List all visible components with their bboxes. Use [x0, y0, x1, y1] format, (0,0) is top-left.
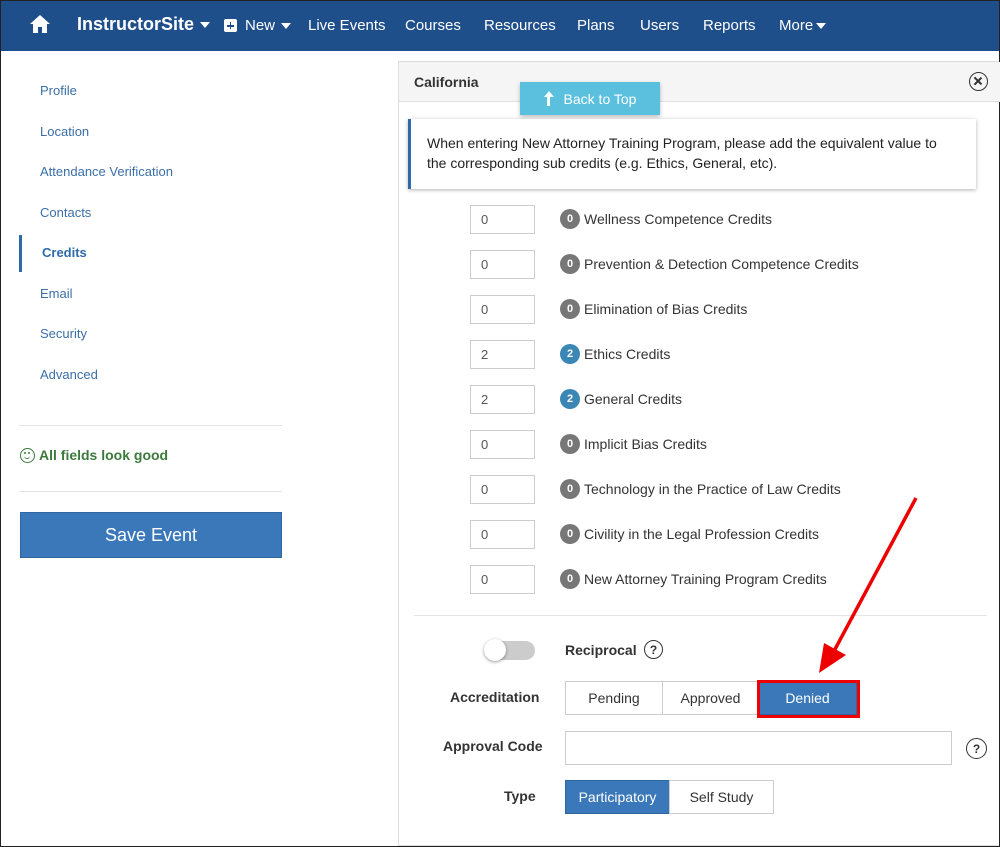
credit-badge: 0 — [560, 299, 580, 319]
sidebar-item-attendance-verification[interactable]: Attendance Verification — [40, 164, 173, 179]
credit-label: Ethics Credits — [584, 346, 671, 362]
nav-courses[interactable]: Courses — [405, 17, 461, 34]
credit-input-implicit-bias[interactable]: 0 — [470, 430, 535, 459]
credit-input-elimination-bias[interactable]: 0 — [470, 295, 535, 324]
validation-status: All fields look good — [20, 447, 168, 463]
sidebar-item-security[interactable]: Security — [40, 326, 87, 341]
sidebar-item-credits[interactable]: Credits — [42, 245, 87, 260]
accreditation-label: Accreditation — [450, 689, 540, 705]
credit-label: Implicit Bias Credits — [584, 436, 707, 452]
sidebar-divider — [19, 491, 282, 492]
type-self-study-button[interactable]: Self Study — [669, 780, 774, 814]
chevron-down-icon — [816, 22, 827, 29]
help-icon[interactable]: ? — [644, 640, 663, 659]
nav-live-events[interactable]: Live Events — [308, 17, 386, 34]
arrow-up-icon — [543, 90, 554, 106]
credit-badge: 0 — [560, 209, 580, 229]
credit-badge: 2 — [560, 389, 580, 409]
nav-resources[interactable]: Resources — [484, 17, 556, 34]
info-note: When entering New Attorney Training Prog… — [408, 119, 976, 189]
credit-label: New Attorney Training Program Credits — [584, 571, 827, 587]
type-participatory-button[interactable]: Participatory — [565, 780, 670, 814]
credit-input-prevention[interactable]: 0 — [470, 250, 535, 279]
section-divider — [414, 615, 987, 616]
credit-badge: 2 — [560, 344, 580, 364]
home-icon[interactable] — [29, 14, 51, 34]
credit-badge: 0 — [560, 524, 580, 544]
chevron-down-icon — [281, 22, 292, 29]
brand-label: InstructorSite — [77, 14, 195, 34]
back-to-top-label: Back to Top — [563, 90, 637, 107]
sidebar-item-location[interactable]: Location — [40, 124, 89, 139]
nav-users[interactable]: Users — [640, 17, 679, 34]
credit-label: Prevention & Detection Competence Credit… — [584, 256, 859, 272]
credit-input-wellness[interactable]: 0 — [470, 205, 535, 234]
panel-title: California — [414, 74, 479, 90]
back-to-top-button[interactable]: Back to Top — [520, 82, 660, 115]
sidebar-item-profile[interactable]: Profile — [40, 83, 77, 98]
credit-label: Technology in the Practice of Law Credit… — [584, 481, 841, 497]
credit-badge: 0 — [560, 569, 580, 589]
nav-reports[interactable]: Reports — [703, 17, 756, 34]
validation-status-text: All fields look good — [39, 447, 169, 463]
credit-label: Civility in the Legal Profession Credits — [584, 526, 819, 542]
nav-more-label: More — [779, 17, 814, 34]
credit-input-general[interactable]: 2 — [470, 385, 535, 414]
accreditation-pending-button[interactable]: Pending — [565, 681, 663, 715]
credit-badge: 0 — [560, 434, 580, 454]
annotation-highlight-box — [757, 680, 860, 718]
sidebar-item-advanced[interactable]: Advanced — [40, 367, 98, 382]
save-event-button[interactable]: Save Event — [20, 512, 282, 558]
panel-header: California — [399, 62, 1000, 102]
nav-plans[interactable]: Plans — [577, 17, 615, 34]
plus-icon — [224, 19, 237, 32]
nav-new[interactable]: New — [224, 17, 292, 34]
approval-code-label: Approval Code — [443, 738, 543, 754]
toggle-knob — [484, 639, 506, 661]
close-icon[interactable] — [969, 72, 988, 91]
chevron-down-icon — [200, 21, 211, 28]
credit-input-new-attorney[interactable]: 0 — [470, 565, 535, 594]
credit-label: General Credits — [584, 391, 683, 407]
sidebar-item-email[interactable]: Email — [40, 286, 73, 301]
top-nav: InstructorSite New Live Events Courses R… — [1, 1, 999, 51]
brand-menu[interactable]: InstructorSite — [77, 14, 211, 35]
sidebar-active-indicator — [19, 235, 22, 272]
approval-code-input[interactable] — [565, 731, 952, 765]
type-label: Type — [504, 788, 536, 804]
reciprocal-toggle[interactable] — [484, 639, 535, 661]
help-icon[interactable]: ? — [966, 738, 987, 759]
accreditation-approved-button[interactable]: Approved — [662, 681, 759, 715]
nav-more[interactable]: More — [779, 17, 827, 34]
sidebar-divider — [19, 425, 282, 426]
credit-badge: 0 — [560, 254, 580, 274]
credit-input-technology[interactable]: 0 — [470, 475, 535, 504]
nav-new-label: New — [245, 17, 276, 34]
sidebar-item-contacts[interactable]: Contacts — [40, 205, 91, 220]
credit-label: Wellness Competence Credits — [584, 211, 773, 227]
smile-icon — [20, 447, 35, 463]
credit-label: Elimination of Bias Credits — [584, 301, 748, 317]
credit-input-ethics[interactable]: 2 — [470, 340, 535, 369]
credit-input-civility[interactable]: 0 — [470, 520, 535, 549]
reciprocal-label: Reciprocal — [565, 642, 637, 658]
credit-badge: 0 — [560, 479, 580, 499]
